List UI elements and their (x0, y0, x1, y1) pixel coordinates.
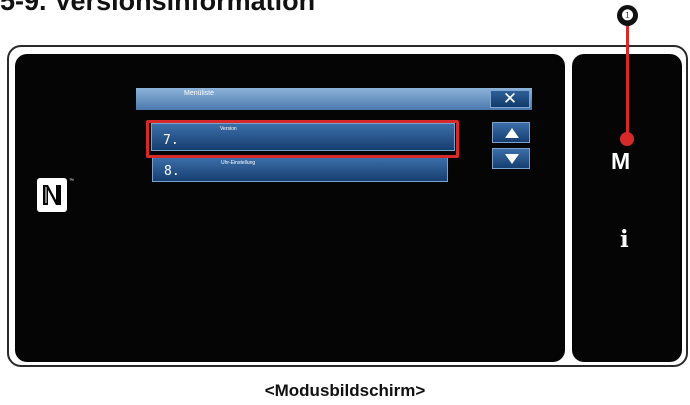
scroll-down-button[interactable] (492, 148, 530, 169)
highlight-frame (146, 120, 459, 158)
mode-key-button[interactable]: M (611, 148, 630, 175)
triangle-down-icon (505, 154, 519, 164)
nfc-trademark-icon: ™ (69, 178, 74, 184)
page-heading: 5-9. Versionsinformation (0, 0, 316, 16)
triangle-up-icon (505, 128, 519, 138)
close-button[interactable]: ✕ (490, 90, 530, 108)
callout-line (626, 25, 629, 135)
menu-item-number: 8. (164, 164, 180, 179)
menu-item-label: Uhr-Einstellung (221, 160, 256, 166)
scroll-up-button[interactable] (492, 122, 530, 143)
callout-number-badge: ❶ (617, 5, 638, 26)
close-icon: ✕ (502, 89, 518, 109)
menu-titlebar: Menüliste ✕ (136, 88, 532, 110)
menu-item-clock-setting[interactable]: 8. Uhr-Einstellung (152, 157, 448, 182)
nfc-icon (37, 178, 67, 212)
figure-caption: <Modusbildschirm> (264, 381, 426, 400)
info-key-button[interactable]: i (620, 226, 629, 253)
callout-dot (620, 132, 634, 146)
menu-title: Menüliste (184, 90, 214, 97)
